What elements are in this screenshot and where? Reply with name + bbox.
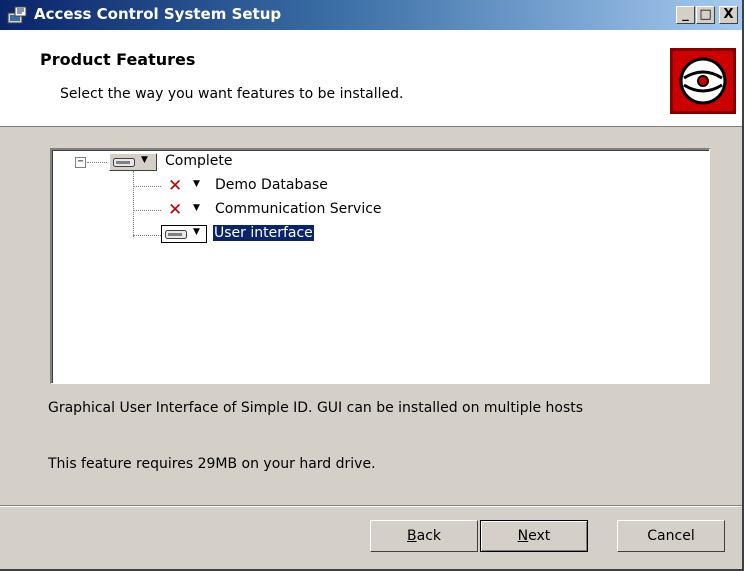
page-subtitle: Select the way you want features to be i…	[60, 86, 404, 102]
user-interface-state-dropdown[interactable]: ▼	[161, 225, 207, 243]
next-label-mnemonic: N	[517, 528, 529, 544]
tree-connector	[133, 186, 161, 187]
header-banner: Product Features Select the way you want…	[0, 30, 742, 127]
maximize-icon: □	[699, 7, 712, 22]
title-bar[interactable]: Access Control System Setup _ □ X	[0, 0, 742, 30]
window-title: Access Control System Setup	[34, 5, 282, 23]
communication-service-state-dropdown[interactable]: ✕ ▼	[161, 200, 207, 220]
back-button[interactable]: Back	[370, 520, 478, 552]
feature-tree-inner: − ▼ Complete ✕ ▼ Demo Database ✕ ▼ Commu…	[52, 150, 709, 383]
feature-description: Graphical User Interface of Simple ID. G…	[48, 400, 584, 416]
dropdown-arrow-icon: ▼	[193, 179, 200, 189]
not-installed-x-icon: ✕	[168, 176, 183, 196]
tree-connector	[133, 171, 134, 237]
minimize-icon: _	[682, 7, 689, 22]
installer-icon	[7, 6, 27, 24]
feature-label-communication-service[interactable]: Communication Service	[215, 201, 382, 217]
next-label: ext	[528, 528, 551, 544]
not-installed-x-icon: ✕	[168, 200, 183, 220]
feature-label-user-interface[interactable]: User interface	[212, 224, 315, 242]
next-button[interactable]: Next	[480, 520, 588, 552]
dropdown-arrow-icon: ▼	[141, 155, 148, 165]
collapse-toggle-icon[interactable]: −	[75, 157, 86, 168]
minimize-button[interactable]: _	[676, 6, 695, 24]
dropdown-arrow-icon: ▼	[193, 203, 200, 213]
dropdown-arrow-icon: ▼	[193, 227, 200, 237]
feature-requirement: This feature requires 29MB on your hard …	[48, 456, 376, 472]
tree-connector	[133, 235, 161, 236]
tree-connector	[133, 210, 161, 211]
close-button[interactable]: X	[719, 6, 738, 24]
divider-highlight	[0, 506, 742, 507]
feature-label-complete[interactable]: Complete	[165, 153, 232, 169]
demo-database-state-dropdown[interactable]: ✕ ▼	[161, 176, 207, 196]
page-title: Product Features	[40, 50, 196, 69]
back-label-mnemonic: B	[407, 528, 417, 544]
close-icon: X	[723, 7, 734, 22]
cancel-button[interactable]: Cancel	[617, 520, 725, 552]
tree-connector	[87, 162, 107, 163]
back-label: ack	[416, 528, 441, 544]
cd-disc-icon	[670, 48, 736, 114]
setup-window: Access Control System Setup _ □ X Produc…	[0, 0, 744, 571]
feature-label-demo-database[interactable]: Demo Database	[215, 177, 328, 193]
feature-tree[interactable]: − ▼ Complete ✕ ▼ Demo Database ✕ ▼ Commu…	[50, 148, 710, 384]
hard-drive-icon	[165, 230, 187, 239]
maximize-button[interactable]: □	[696, 6, 715, 24]
complete-state-dropdown[interactable]: ▼	[109, 153, 157, 171]
hard-drive-icon	[113, 158, 135, 167]
